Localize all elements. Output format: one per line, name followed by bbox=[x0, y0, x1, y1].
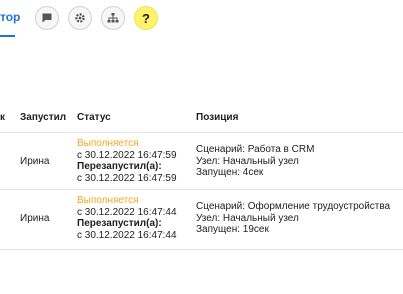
status-badge: Выполняется bbox=[77, 138, 139, 149]
restarted-label: Перезапустил(а): bbox=[77, 161, 162, 172]
column-header[interactable]: к bbox=[0, 112, 5, 123]
status-since: с 30.12.2022 16:47:44 bbox=[77, 206, 177, 218]
table-header: к Запустил Статус Позиция bbox=[0, 107, 403, 131]
help-button[interactable]: ? bbox=[134, 6, 158, 30]
column-header-position[interactable]: Позиция bbox=[196, 112, 238, 123]
started-by: Ирина bbox=[20, 156, 50, 167]
restarted-since: с 30.12.2022 16:47:44 bbox=[77, 229, 177, 241]
divider bbox=[0, 249, 403, 250]
scenario-name: Сценарий: Работа в CRM bbox=[196, 144, 315, 155]
chat-button[interactable] bbox=[35, 6, 59, 30]
tab-monitor[interactable]: тор bbox=[0, 10, 20, 24]
started-by: Ирина bbox=[20, 213, 50, 224]
scenario-name: Сценарий: Оформление трудоустройства bbox=[196, 201, 391, 212]
restarted-label: Перезапустил(а): bbox=[77, 218, 162, 229]
org-chart-icon bbox=[107, 12, 119, 24]
table-row[interactable]: Ирина Выполняется с 30.12.2022 16:47:44 … bbox=[0, 190, 403, 248]
active-tab-indicator bbox=[0, 35, 15, 37]
settings-button[interactable] bbox=[68, 6, 92, 30]
help-icon: ? bbox=[142, 10, 150, 26]
node-name: Узел: Начальный узел bbox=[196, 212, 299, 224]
status-badge: Выполняется bbox=[77, 195, 139, 206]
started-ago: Запущен: 4сек bbox=[196, 167, 264, 178]
column-header-started-by[interactable]: Запустил bbox=[20, 112, 66, 123]
status-since: с 30.12.2022 16:47:59 bbox=[77, 149, 177, 161]
gear-icon bbox=[74, 12, 86, 24]
started-ago: Запущен: 19сек bbox=[196, 224, 269, 235]
restarted-since: с 30.12.2022 16:47:59 bbox=[77, 172, 177, 184]
chat-bubble-icon bbox=[41, 12, 53, 24]
table-row[interactable]: Ирина Выполняется с 30.12.2022 16:47:59 … bbox=[0, 133, 403, 188]
column-header-status[interactable]: Статус bbox=[77, 112, 111, 123]
node-name: Узел: Начальный узел bbox=[196, 155, 299, 167]
hierarchy-button[interactable] bbox=[101, 6, 125, 30]
